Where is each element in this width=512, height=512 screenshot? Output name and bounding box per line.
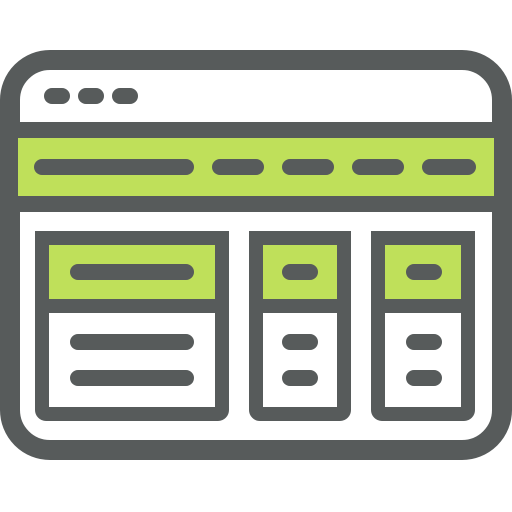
content-card-wide [35, 231, 229, 421]
content-card-narrow [249, 231, 351, 421]
browser-window-layout-icon [0, 0, 512, 512]
content-card-narrow [371, 231, 475, 421]
browser-window-svg [0, 50, 512, 460]
